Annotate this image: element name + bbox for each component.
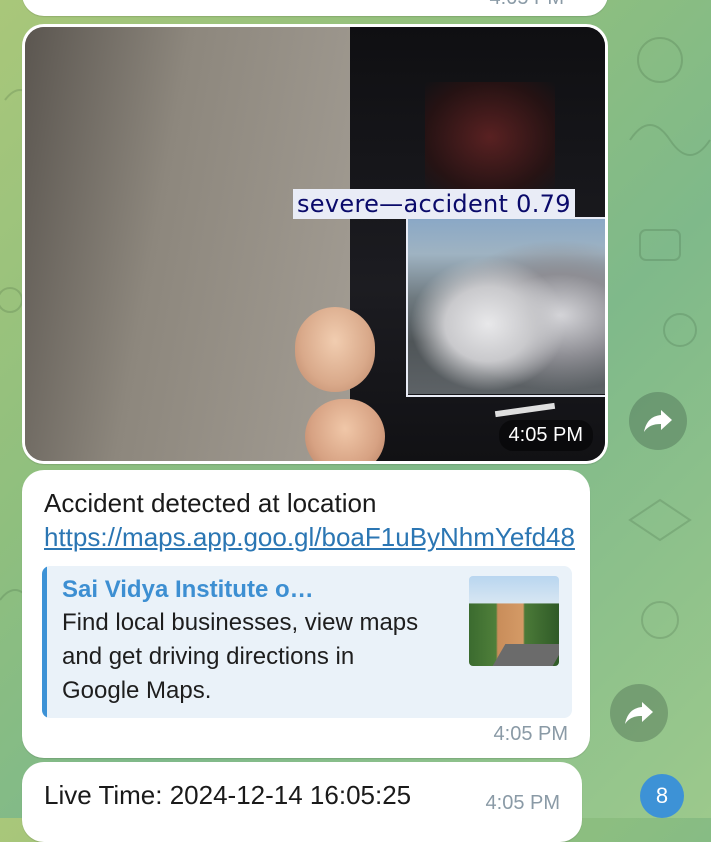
previous-message-bubble: 4:05 PM [22,0,608,16]
location-message-bubble: Accident detected at location https://ma… [22,470,590,758]
unread-count-badge[interactable]: 8 [640,774,684,818]
share-arrow-icon [644,410,672,432]
preview-title: Sai Vidya Institute o… [62,576,314,603]
accident-detection-photo[interactable]: severe—accident 0.79 4:05 PM [25,27,605,461]
message-timestamp: 4:05 PM [493,723,568,745]
preview-description: Find local businesses, view maps and get… [62,609,419,704]
forward-button-link[interactable] [610,684,668,742]
photo-timestamp: 4:05 PM [498,420,593,451]
message-timestamp: 4:05 PM [490,0,564,10]
finger-lower [305,399,385,461]
detection-bounding-box [406,217,605,397]
detection-label: severe—accident 0.79 [293,189,575,219]
message-text-prefix: Accident detected at location [44,488,377,518]
forward-button-photo[interactable] [629,392,687,450]
photo-fingers [295,307,385,461]
message-timestamp: 4:05 PM [485,792,560,814]
thumbnail-road [492,644,559,666]
finger-upper [295,307,375,392]
photo-phone-glare [425,82,555,192]
live-time-text: Live Time: 2024-12-14 16:05:25 [44,780,412,810]
photo-message-bubble[interactable]: severe—accident 0.79 4:05 PM [22,24,608,464]
link-preview-card[interactable]: Sai Vidya Institute o… Find local busine… [42,566,572,718]
maps-link[interactable]: https://maps.app.goo.gl/boaF1uByNhmYefd4… [44,522,575,552]
share-arrow-icon [625,702,653,724]
preview-accent-bar [42,566,47,718]
message-text: Accident detected at location https://ma… [44,486,584,554]
preview-thumbnail [469,576,559,666]
live-time-message-bubble: Live Time: 2024-12-14 16:05:25 4:05 PM [22,762,582,842]
